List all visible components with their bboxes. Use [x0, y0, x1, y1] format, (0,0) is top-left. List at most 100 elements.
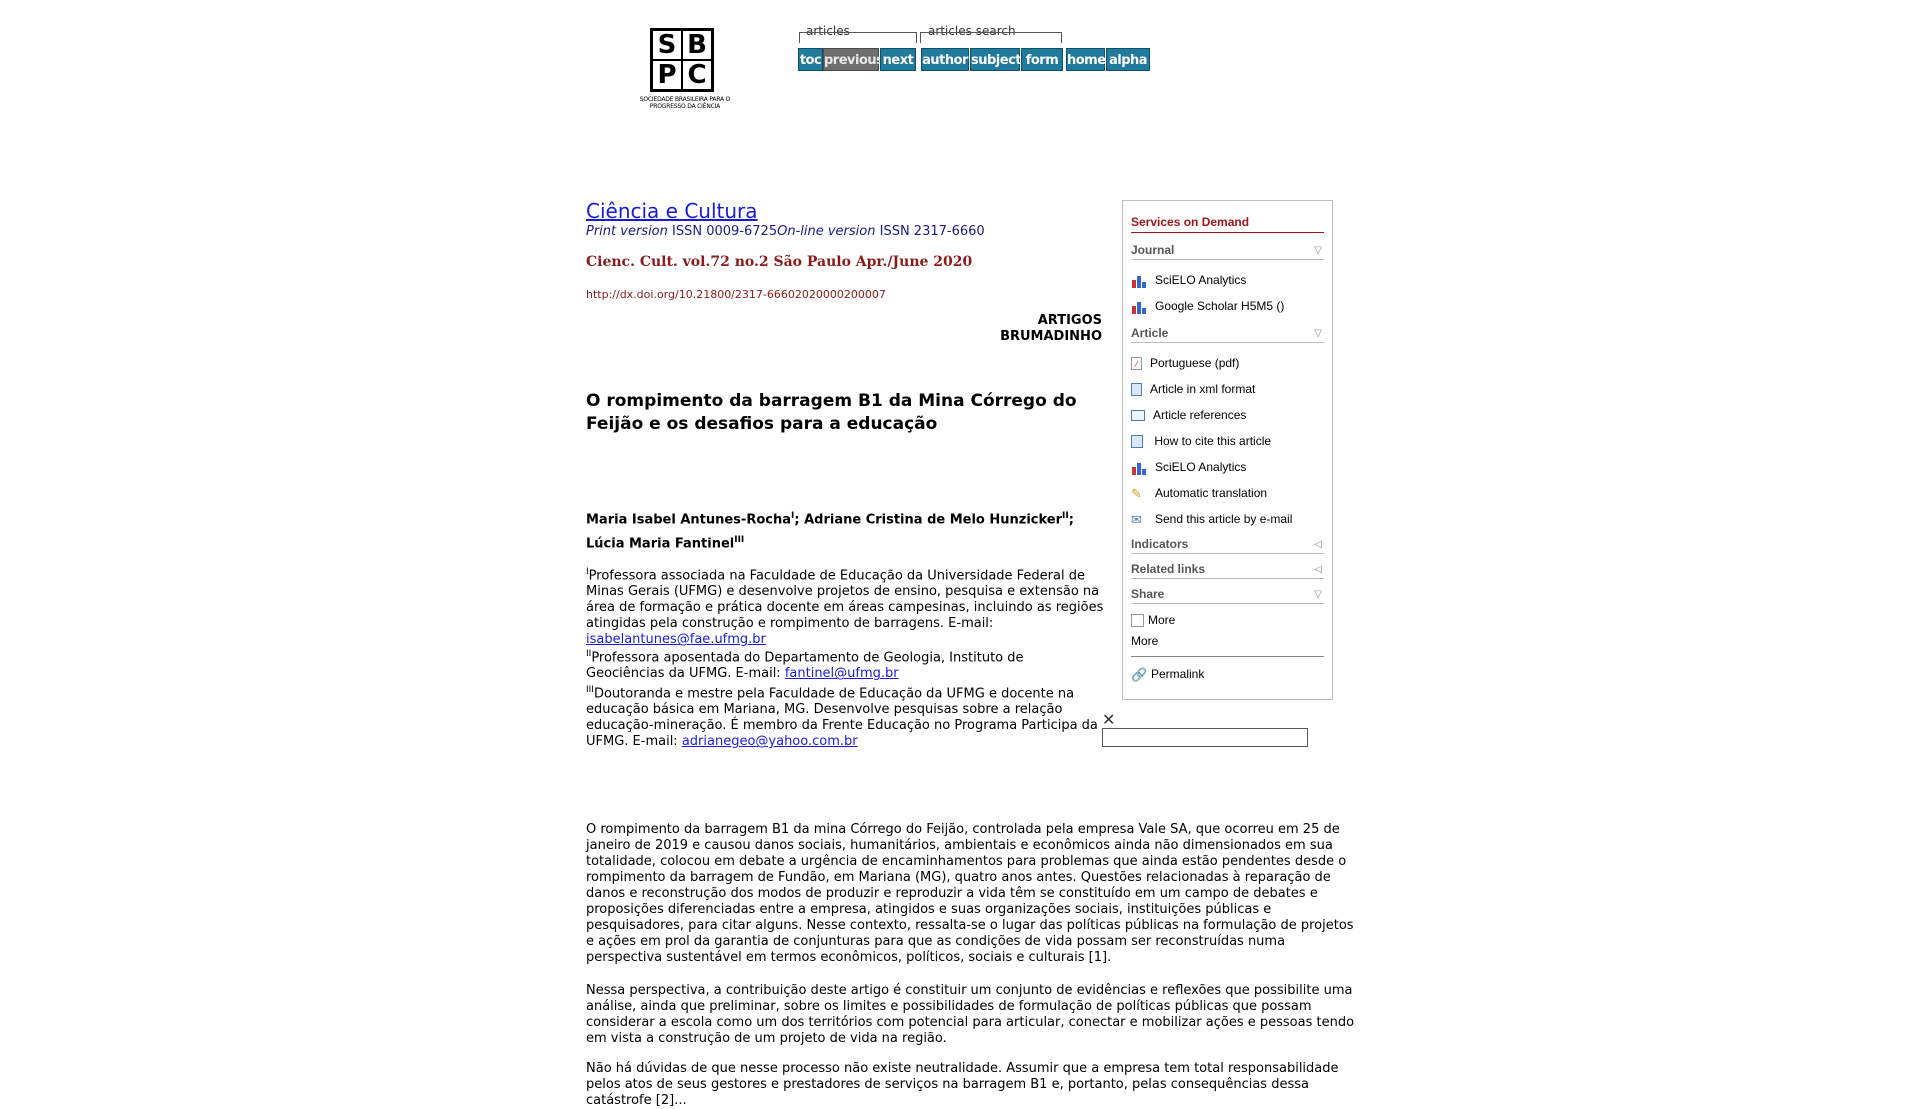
affiliation-3: IIIDoutoranda e mestre pela Faculdade de…: [586, 682, 1106, 750]
journal-title-link[interactable]: Ciência e Cultura: [586, 199, 758, 223]
service-label: SciELO Analytics: [1155, 273, 1247, 287]
link-icon: 🔗: [1131, 666, 1148, 682]
issn-line: Print version ISSN 0009-6725On-line vers…: [586, 224, 985, 239]
logo-letter-s: S: [652, 30, 682, 60]
nav-subject-button[interactable]: subject: [970, 48, 1022, 71]
share-more-link-2[interactable]: More: [1131, 632, 1324, 650]
nav-author-button[interactable]: author: [921, 48, 969, 71]
bar-chart-icon: [1131, 461, 1147, 475]
affiliation-text: Professora associada na Faculdade de Edu…: [586, 568, 1104, 632]
bar-chart-icon: [1131, 300, 1147, 314]
indicators-section-label: Indicators: [1131, 537, 1189, 551]
magic-wand-icon: ✎: [1131, 485, 1142, 501]
article-section-toggle[interactable]: Article ▽: [1131, 326, 1324, 343]
body-paragraph: O rompimento da barragem B1 da mina Córr…: [586, 822, 1354, 965]
services-panel: Services on Demand Journal ▽ SciELO Anal…: [1122, 200, 1333, 700]
nav-form-button[interactable]: form: [1021, 48, 1063, 71]
logo-grid: S B P C: [650, 28, 714, 92]
journal-scielo-analytics-link[interactable]: SciELO Analytics: [1131, 271, 1324, 289]
google-scholar-link[interactable]: Google Scholar H5M5 (): [1131, 297, 1324, 315]
service-label: Article references: [1153, 408, 1247, 422]
article-title: O rompimento da barragem B1 da Mina Córr…: [586, 391, 1077, 434]
chevron-down-icon: ▽: [1314, 589, 1322, 600]
affiliation-2: IIProfessora aposentada do Departamento …: [586, 646, 1106, 682]
email-article-link[interactable]: ✉ Send this article by e-mail: [1131, 510, 1324, 528]
affiliation-email-link[interactable]: fantinel@ufmg.br: [785, 666, 899, 681]
xml-link[interactable]: Article in xml format: [1131, 380, 1324, 398]
permalink-label: Permalink: [1151, 667, 1205, 681]
author-name: Adriane Cristina de Melo Hunzicker: [804, 512, 1063, 528]
author-mark: II: [1062, 511, 1069, 521]
service-label: SciELO Analytics: [1155, 460, 1247, 474]
share-section-toggle[interactable]: Share ▽: [1131, 587, 1324, 604]
nav-toc-button[interactable]: toc: [798, 48, 823, 71]
author-mark: I: [791, 511, 795, 521]
author-mark: III: [734, 535, 745, 546]
doi-link[interactable]: http://dx.doi.org/10.21800/2317-66602020…: [586, 288, 886, 301]
permalink-link[interactable]: 🔗 Permalink: [1131, 665, 1324, 683]
chevron-left-icon: ◁: [1314, 539, 1322, 550]
pdf-icon: ⁄: [1131, 357, 1142, 371]
logo-letter-p: P: [652, 60, 682, 90]
references-link[interactable]: Article references: [1131, 406, 1324, 424]
translation-link[interactable]: ✎ Automatic translation: [1131, 484, 1324, 502]
related-links-section-toggle[interactable]: Related links ◁: [1131, 562, 1324, 579]
author-name: Maria Isabel Antunes-Rocha: [586, 512, 791, 528]
print-version-label: Print version: [586, 224, 668, 239]
section-line-1: ARTIGOS: [1037, 313, 1102, 328]
journal-section-label: Journal: [1131, 243, 1175, 257]
chevron-down-icon: ▽: [1314, 245, 1322, 256]
services-divider: [1131, 656, 1324, 657]
online-version-label: On-line version: [777, 224, 876, 239]
article-section-label: Article: [1131, 326, 1169, 340]
references-icon: [1131, 410, 1145, 422]
cite-document-icon: [1131, 435, 1143, 449]
service-label: Google Scholar H5M5 (): [1155, 299, 1285, 313]
service-label: Automatic translation: [1155, 486, 1268, 500]
share-section-label: Share: [1131, 587, 1165, 601]
journal-section-toggle[interactable]: Journal ▽: [1131, 243, 1324, 260]
articles-nav-bracket: [799, 32, 917, 43]
affiliation-mark: III: [586, 685, 594, 695]
service-label: How to cite this article: [1154, 434, 1272, 448]
logo-letter-b: B: [682, 30, 712, 60]
affiliation-1: IProfessora associada na Faculdade de Ed…: [586, 564, 1106, 648]
share-icon: [1131, 614, 1144, 628]
search-nav-bracket: [920, 32, 1062, 43]
xml-document-icon: [1131, 383, 1142, 397]
share-more-link[interactable]: More: [1131, 611, 1324, 629]
sbpc-logo: S B P C SOCIEDADE BRASILEIRA PARA O PROG…: [638, 26, 732, 116]
author-list: Maria Isabel Antunes-RochaI; Adriane Cri…: [586, 511, 1074, 552]
logo-letter-c: C: [682, 60, 712, 90]
chevron-down-icon: ▽: [1314, 328, 1322, 339]
author-name: Lúcia Maria Fantinel: [586, 536, 735, 552]
share-more-label: More: [1148, 613, 1176, 627]
permalink-input[interactable]: [1102, 728, 1308, 747]
issue-citation: Cienc. Cult. vol.72 no.2 São Paulo Apr./…: [586, 254, 973, 270]
nav-alpha-button[interactable]: alpha: [1106, 48, 1150, 71]
article-section: ARTIGOS BRUMADINHO: [950, 313, 1102, 345]
service-label: Send this article by e-mail: [1155, 512, 1293, 526]
nav-home-button[interactable]: home: [1066, 48, 1106, 71]
online-issn: ISSN 2317-6660: [879, 224, 985, 239]
logo-caption: SOCIEDADE BRASILEIRA PARA O PROGRESSO DA…: [639, 96, 731, 110]
affiliation-email-link[interactable]: adrianegeo@yahoo.com.br: [682, 734, 858, 749]
nav-next-button[interactable]: next: [880, 48, 916, 71]
services-title: Services on Demand: [1131, 215, 1324, 233]
bar-chart-icon: [1131, 274, 1147, 288]
article-scielo-analytics-link[interactable]: SciELO Analytics: [1131, 458, 1324, 476]
print-issn: ISSN 0009-6725: [672, 224, 778, 239]
chevron-left-icon: ◁: [1314, 564, 1322, 575]
email-icon: ✉: [1131, 511, 1142, 527]
body-paragraph: Nessa perspectiva, a contribuição deste …: [586, 983, 1355, 1046]
close-icon[interactable]: ✕: [1102, 710, 1115, 729]
nav-previous-button[interactable]: previous: [823, 48, 884, 71]
cite-link[interactable]: How to cite this article: [1131, 432, 1324, 450]
related-links-section-label: Related links: [1131, 562, 1206, 576]
body-paragraph: Não há dúvidas de que nesse processo não…: [586, 1061, 1339, 1108]
section-line-2: BRUMADINHO: [1000, 329, 1102, 344]
indicators-section-toggle[interactable]: Indicators ◁: [1131, 537, 1324, 554]
service-label: Portuguese (pdf): [1150, 356, 1240, 370]
pdf-link[interactable]: ⁄ Portuguese (pdf): [1131, 354, 1324, 372]
service-label: Article in xml format: [1150, 382, 1256, 396]
